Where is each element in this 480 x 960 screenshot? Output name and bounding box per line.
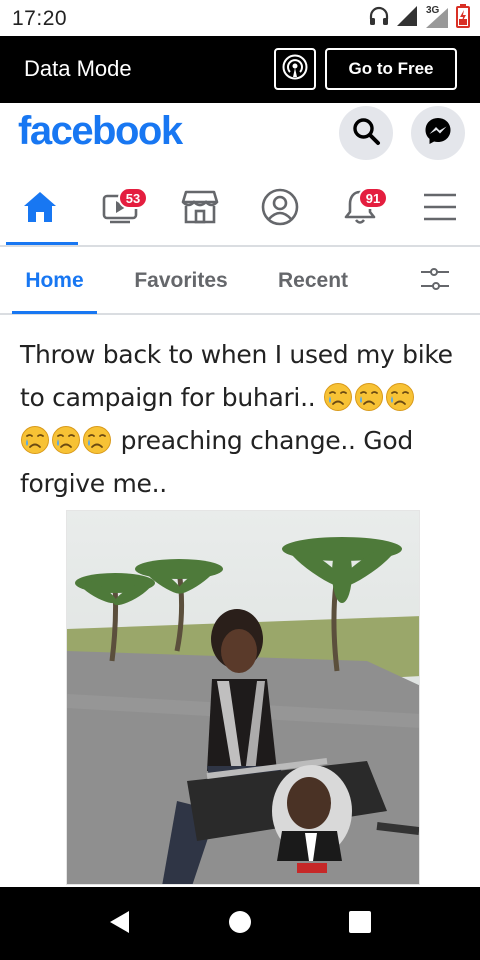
feed-tabs: Home Favorites Recent [0, 249, 480, 315]
post-text-line: Throw back to when I used my bike [20, 340, 453, 369]
crying-face-icon [20, 425, 50, 455]
battery-icon [456, 3, 470, 33]
nav-watch[interactable]: 53 [80, 173, 160, 245]
back-icon [107, 909, 131, 940]
nav-profile[interactable] [240, 173, 320, 245]
watch-badge: 53 [118, 187, 148, 209]
nav-menu[interactable] [400, 173, 480, 245]
square-recents-icon [348, 910, 372, 939]
sliders-icon [419, 266, 451, 297]
crying-face-icon [354, 382, 384, 412]
notifications-badge: 91 [358, 187, 388, 209]
tab-home[interactable]: Home [12, 249, 97, 314]
post-photo[interactable] [66, 510, 420, 885]
crying-face-icon [385, 382, 415, 412]
home-icon [22, 190, 58, 229]
home-button[interactable] [226, 910, 254, 938]
status-bar: 17:20 3G [0, 0, 480, 36]
crying-face-icon [323, 382, 353, 412]
crying-face-icon [82, 425, 112, 455]
crying-face-icon [51, 425, 81, 455]
store-icon [181, 189, 219, 230]
nav-home[interactable] [0, 173, 80, 245]
go-to-free-button[interactable]: Go to Free [325, 48, 457, 90]
feed-filter-button[interactable] [410, 263, 460, 299]
search-button[interactable] [339, 106, 393, 160]
system-nav-bar [0, 887, 480, 960]
profile-icon [261, 188, 299, 231]
signal-icon [396, 5, 418, 32]
feed-post: Throw back to when I used my bike to cam… [0, 317, 480, 885]
post-text: Throw back to when I used my bike to cam… [20, 333, 465, 505]
data-mode-title: Data Mode [24, 56, 132, 81]
data-mode-info-button[interactable] [274, 48, 316, 90]
data-mode-bar: Data Mode Go to Free [0, 36, 480, 103]
hamburger-icon [422, 192, 458, 227]
headset-icon [368, 5, 390, 32]
status-icons: 3G [368, 3, 470, 33]
search-icon [351, 116, 381, 151]
post-text-line: to campaign for buhari.. [20, 376, 465, 419]
broadcast-icon [281, 53, 309, 86]
app-header: facebook [0, 103, 480, 173]
tab-recent[interactable]: Recent [265, 249, 361, 313]
nav-notifications[interactable]: 91 [320, 173, 400, 245]
recents-button[interactable] [346, 910, 374, 938]
network-type-label: 3G [426, 5, 440, 16]
signal-3g-icon: 3G [424, 5, 450, 29]
nav-marketplace[interactable] [160, 173, 240, 245]
facebook-logo: facebook [18, 109, 183, 153]
main-nav: 53 91 [0, 173, 480, 247]
post-text-line: forgive me.. [20, 469, 167, 498]
circle-home-icon [228, 910, 252, 939]
tab-favorites[interactable]: Favorites [120, 249, 242, 313]
messenger-icon [423, 116, 453, 151]
post-text-line: preaching change.. God [20, 419, 465, 462]
messenger-button[interactable] [411, 106, 465, 160]
back-button[interactable] [105, 910, 133, 938]
status-time: 17:20 [12, 7, 68, 30]
